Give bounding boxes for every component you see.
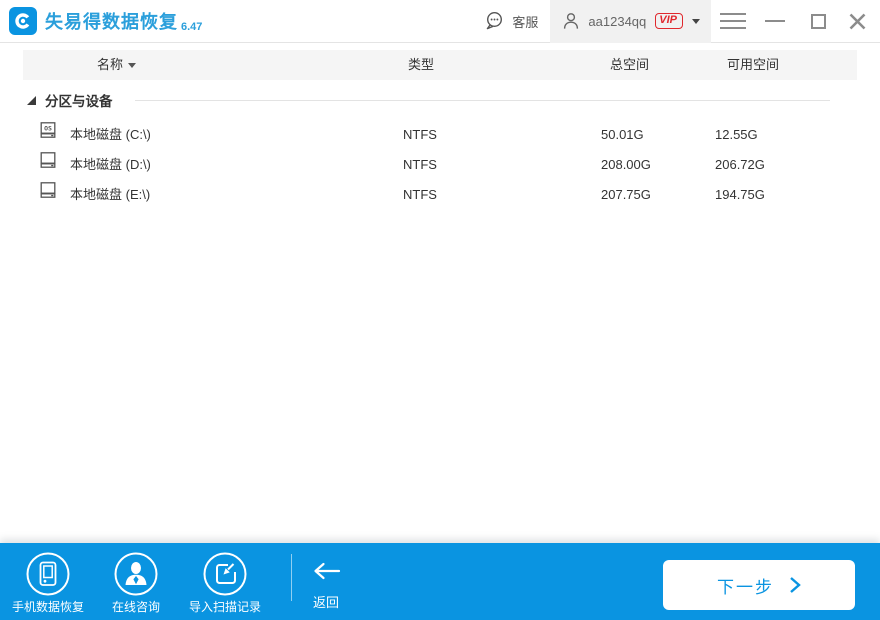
drive-icon [39, 150, 57, 180]
app-title: 失易得数据恢复 [45, 8, 178, 34]
menu-button[interactable] [720, 12, 746, 30]
section-expand-icon [27, 96, 36, 105]
import-scan-records-button[interactable]: 导入扫描记录 [170, 543, 280, 615]
drive-icon [39, 180, 57, 210]
drive-free-space: 206.72G [715, 150, 765, 180]
drive-total-space: 207.75G [601, 180, 651, 210]
next-step-label: 下一步 [717, 573, 774, 598]
drive-row-e[interactable]: 本地磁盘 (E:\) NTFS 207.75G 194.75G [23, 180, 857, 210]
table-header: 名称 类型 总空间 可用空间 [23, 50, 857, 80]
brand: 失易得数据恢复 6.47 [45, 8, 202, 34]
user-account-menu[interactable]: aa1234qq VIP [550, 0, 711, 43]
sort-caret-icon [128, 63, 136, 68]
footer-action-label: 导入扫描记录 [170, 598, 280, 615]
drive-name: 本地磁盘 (E:\) [70, 180, 150, 210]
drive-free-space: 194.75G [715, 180, 765, 210]
footer-divider [291, 554, 292, 601]
close-icon [848, 12, 867, 31]
svg-text:OS: OS [44, 124, 52, 132]
chat-bubble-icon [483, 10, 505, 32]
drive-row-d[interactable]: 本地磁盘 (D:\) NTFS 208.00G 206.72G [23, 150, 857, 180]
drive-free-space: 12.55G [715, 120, 758, 150]
titlebar: 失易得数据恢复 6.47 客服 [0, 0, 880, 43]
import-records-icon [170, 552, 280, 596]
column-header-type: 类型 [408, 50, 434, 80]
next-step-button[interactable]: 下一步 [663, 560, 855, 610]
app-logo-icon [9, 7, 37, 35]
back-button[interactable]: 返回 [306, 561, 346, 611]
customer-support-label: 客服 [512, 12, 538, 31]
drive-name: 本地磁盘 (D:\) [70, 150, 151, 180]
os-drive-icon: OS [39, 120, 57, 150]
close-button[interactable] [848, 12, 867, 31]
username: aa1234qq [588, 14, 646, 29]
section-partitions-devices[interactable]: 分区与设备 [23, 92, 857, 108]
column-header-name[interactable]: 名称 [97, 50, 136, 80]
drive-type: NTFS [403, 150, 437, 180]
column-header-free: 可用空间 [727, 50, 779, 80]
user-icon [561, 11, 581, 31]
drive-total-space: 50.01G [601, 120, 644, 150]
chevron-down-icon [692, 19, 700, 24]
drive-type: NTFS [403, 120, 437, 150]
section-divider [135, 100, 831, 101]
drive-name: 本地磁盘 (C:\) [70, 120, 151, 150]
maximize-button[interactable] [811, 14, 826, 29]
minimize-icon [765, 20, 785, 22]
drive-total-space: 208.00G [601, 150, 651, 180]
column-header-name-label: 名称 [97, 50, 123, 80]
back-label: 返回 [306, 592, 346, 611]
customer-support-button[interactable]: 客服 [483, 10, 550, 32]
back-arrow-icon [306, 561, 346, 581]
app-version: 6.47 [181, 21, 202, 33]
minimize-button[interactable] [765, 20, 785, 22]
vip-badge: VIP [655, 13, 683, 29]
footer-bar: 手机数据恢复 在线咨询 导入 [0, 543, 880, 620]
drive-type: NTFS [403, 180, 437, 210]
column-header-total: 总空间 [610, 50, 649, 80]
app-window: 失易得数据恢复 6.47 客服 [0, 0, 880, 620]
maximize-icon [811, 14, 826, 29]
chevron-right-icon [789, 575, 801, 595]
section-label: 分区与设备 [45, 90, 113, 110]
drive-row-c[interactable]: OS 本地磁盘 (C:\) NTFS 50.01G 12.55G [23, 120, 857, 150]
